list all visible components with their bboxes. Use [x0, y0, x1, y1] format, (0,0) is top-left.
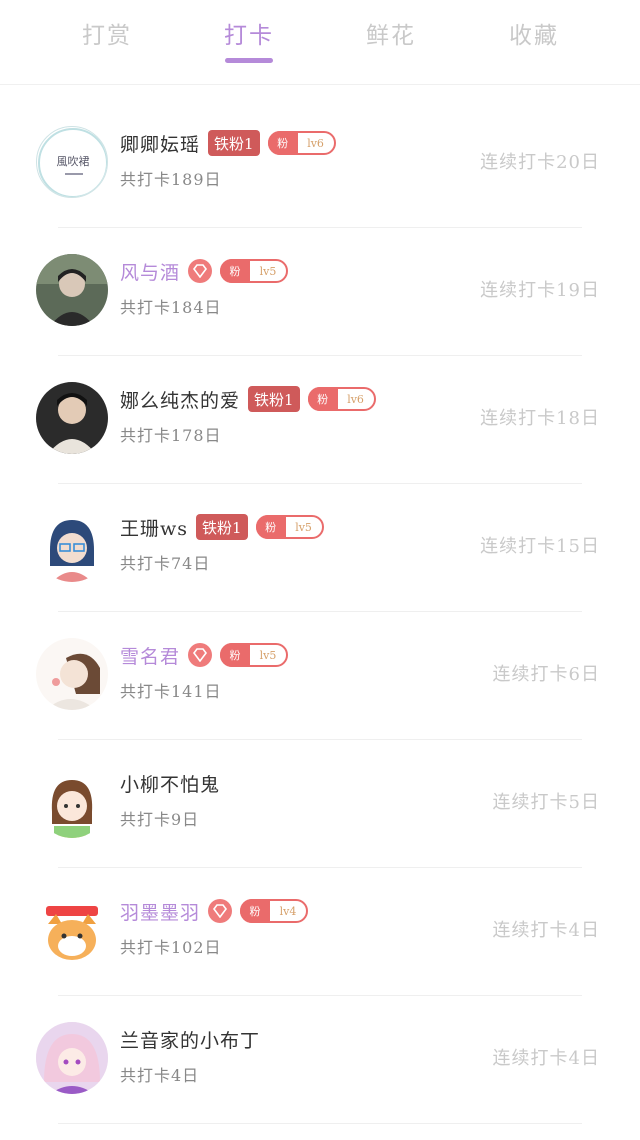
tab-bar: 打赏 打卡 鲜花 收藏: [0, 0, 640, 85]
fan-label: 粉: [220, 259, 251, 283]
username[interactable]: 兰音家的小布丁: [120, 1026, 260, 1053]
fan-label: 粉: [220, 643, 251, 667]
diamond-icon: [208, 899, 233, 923]
avatar-illustration: [36, 638, 108, 710]
avatar-illustration: [36, 766, 108, 838]
list-item[interactable]: 兰音家的小布丁 共打卡4日 连续打卡4日: [0, 996, 640, 1124]
fan-level-badge: 粉 lv5: [255, 515, 324, 539]
tab-checkin[interactable]: 打卡: [194, 16, 304, 50]
fan-label: 粉: [267, 131, 298, 155]
list-item[interactable]: 羽墨墨羽 粉 lv4 共打卡102日 连续打卡4日: [0, 868, 640, 996]
fan-label: 粉: [255, 515, 286, 539]
avatar[interactable]: 風吹裙: [36, 126, 108, 198]
avatar-illustration: [36, 1022, 108, 1094]
fan-level-badge: 粉 lv5: [220, 259, 289, 283]
divider: [58, 1123, 582, 1124]
avatar-illustration: [36, 510, 108, 582]
streak-checkins: 连续打卡4日: [492, 1048, 600, 1069]
fan-level: lv6: [307, 136, 324, 150]
fan-level: lv5: [295, 520, 312, 534]
list-item[interactable]: 娜么纯杰的爱 铁粉1 粉 lv6 共打卡178日 连续打卡18日: [0, 356, 640, 484]
svg-text:風吹裙: 風吹裙: [57, 155, 90, 168]
username[interactable]: 风与酒: [120, 258, 180, 285]
iron-fan-badge: 铁粉1: [208, 130, 260, 156]
total-checkins: 共打卡141日: [120, 682, 222, 701]
streak-checkins: 连续打卡4日: [492, 920, 600, 941]
username[interactable]: 娜么纯杰的爱: [120, 386, 240, 413]
list-item[interactable]: 風吹裙 卿卿妘瑶 铁粉1 粉 lv6 共打卡189日 连续打卡20日: [0, 100, 640, 228]
fan-level: lv5: [259, 264, 277, 278]
iron-fan-badge: 铁粉1: [196, 514, 248, 540]
fan-label: 粉: [307, 387, 338, 411]
total-checkins: 共打卡178日: [120, 426, 222, 445]
fan-level: lv6: [347, 392, 364, 406]
fan-level: lv5: [259, 648, 277, 662]
active-tab-indicator: [225, 58, 273, 63]
username[interactable]: 卿卿妘瑶: [120, 130, 200, 157]
fan-level-badge: 粉 lv6: [307, 387, 376, 411]
fan-level: lv4: [279, 904, 297, 918]
total-checkins: 共打卡74日: [120, 554, 211, 573]
avatar-photo: [36, 254, 108, 326]
total-checkins: 共打卡4日: [120, 1066, 200, 1085]
username[interactable]: 小柳不怕鬼: [120, 770, 220, 797]
total-checkins: 共打卡9日: [120, 810, 200, 829]
fan-level-badge: 粉 lv4: [240, 899, 309, 923]
streak-checkins: 连续打卡18日: [480, 408, 600, 429]
avatar-illustration: [36, 894, 108, 966]
list-item[interactable]: 王珊ws 铁粉1 粉 lv5 共打卡74日 连续打卡15日: [0, 484, 640, 612]
avatar[interactable]: [36, 1022, 108, 1094]
avatar[interactable]: [36, 382, 108, 454]
iron-fan-badge: 铁粉1: [248, 386, 300, 412]
fan-level-badge: 粉 lv5: [220, 643, 289, 667]
list-item[interactable]: 风与酒 粉 lv5 共打卡184日 连续打卡19日: [0, 228, 640, 356]
list-item[interactable]: 雪名君 粉 lv5 共打卡141日 连续打卡6日: [0, 612, 640, 740]
total-checkins: 共打卡184日: [120, 298, 222, 317]
fan-label: 粉: [240, 899, 271, 923]
avatar[interactable]: [36, 638, 108, 710]
username[interactable]: 王珊ws: [120, 514, 188, 541]
avatar[interactable]: [36, 894, 108, 966]
avatar[interactable]: [36, 766, 108, 838]
avatar-photo: [36, 382, 108, 454]
list-item[interactable]: 小柳不怕鬼 共打卡9日 连续打卡5日: [0, 740, 640, 868]
streak-checkins: 连续打卡20日: [480, 152, 600, 173]
total-checkins: 共打卡102日: [120, 938, 222, 957]
fan-level-badge: 粉 lv6: [267, 131, 336, 155]
diamond-icon: [188, 643, 213, 667]
tab-favorites[interactable]: 收藏: [479, 16, 589, 50]
avatar[interactable]: [36, 510, 108, 582]
streak-checkins: 连续打卡6日: [492, 664, 600, 685]
total-checkins: 共打卡189日: [120, 170, 222, 189]
tab-tip[interactable]: 打赏: [52, 16, 162, 50]
username[interactable]: 雪名君: [120, 642, 180, 669]
avatar[interactable]: [36, 254, 108, 326]
streak-checkins: 连续打卡5日: [492, 792, 600, 813]
tab-flowers[interactable]: 鲜花: [336, 16, 446, 50]
diamond-icon: [188, 259, 213, 283]
avatar-logo-image: 風吹裙: [38, 128, 107, 197]
username[interactable]: 羽墨墨羽: [120, 898, 200, 925]
streak-checkins: 连续打卡19日: [480, 280, 600, 301]
streak-checkins: 连续打卡15日: [480, 536, 600, 557]
